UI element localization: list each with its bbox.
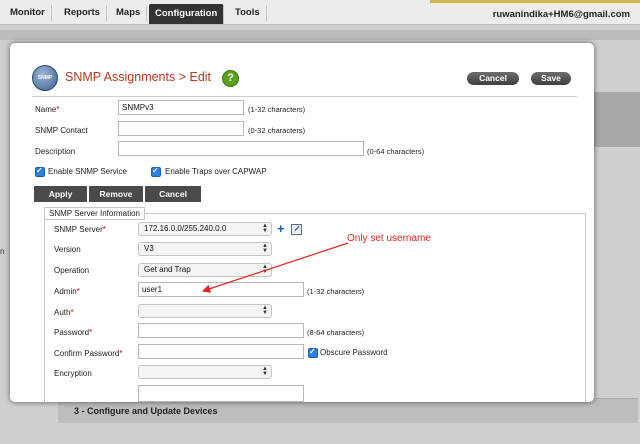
user-account[interactable]: ruwanindika+HM6@gmail.com [493, 9, 630, 20]
tab-configuration[interactable]: Configuration [149, 4, 225, 24]
top-nav: Monitor Reports Maps Configuration Tools… [0, 0, 640, 25]
annotation-text: Only set username [347, 233, 431, 244]
tab-reports[interactable]: Reports [58, 5, 107, 21]
tab-monitor[interactable]: Monitor [4, 5, 52, 21]
tab-tools[interactable]: Tools [229, 5, 267, 21]
background-band [0, 30, 640, 40]
snmp-edit-dialog: SNMP SNMP Assignments > Edit ? Cancel Sa… [10, 43, 594, 402]
background-fragment: n [0, 247, 5, 256]
section-title: 3 - Configure and Update Devices [74, 406, 218, 416]
background-panel [590, 92, 640, 147]
accent-line [430, 0, 640, 3]
tab-maps[interactable]: Maps [110, 5, 148, 21]
annotation-arrow [201, 242, 349, 293]
